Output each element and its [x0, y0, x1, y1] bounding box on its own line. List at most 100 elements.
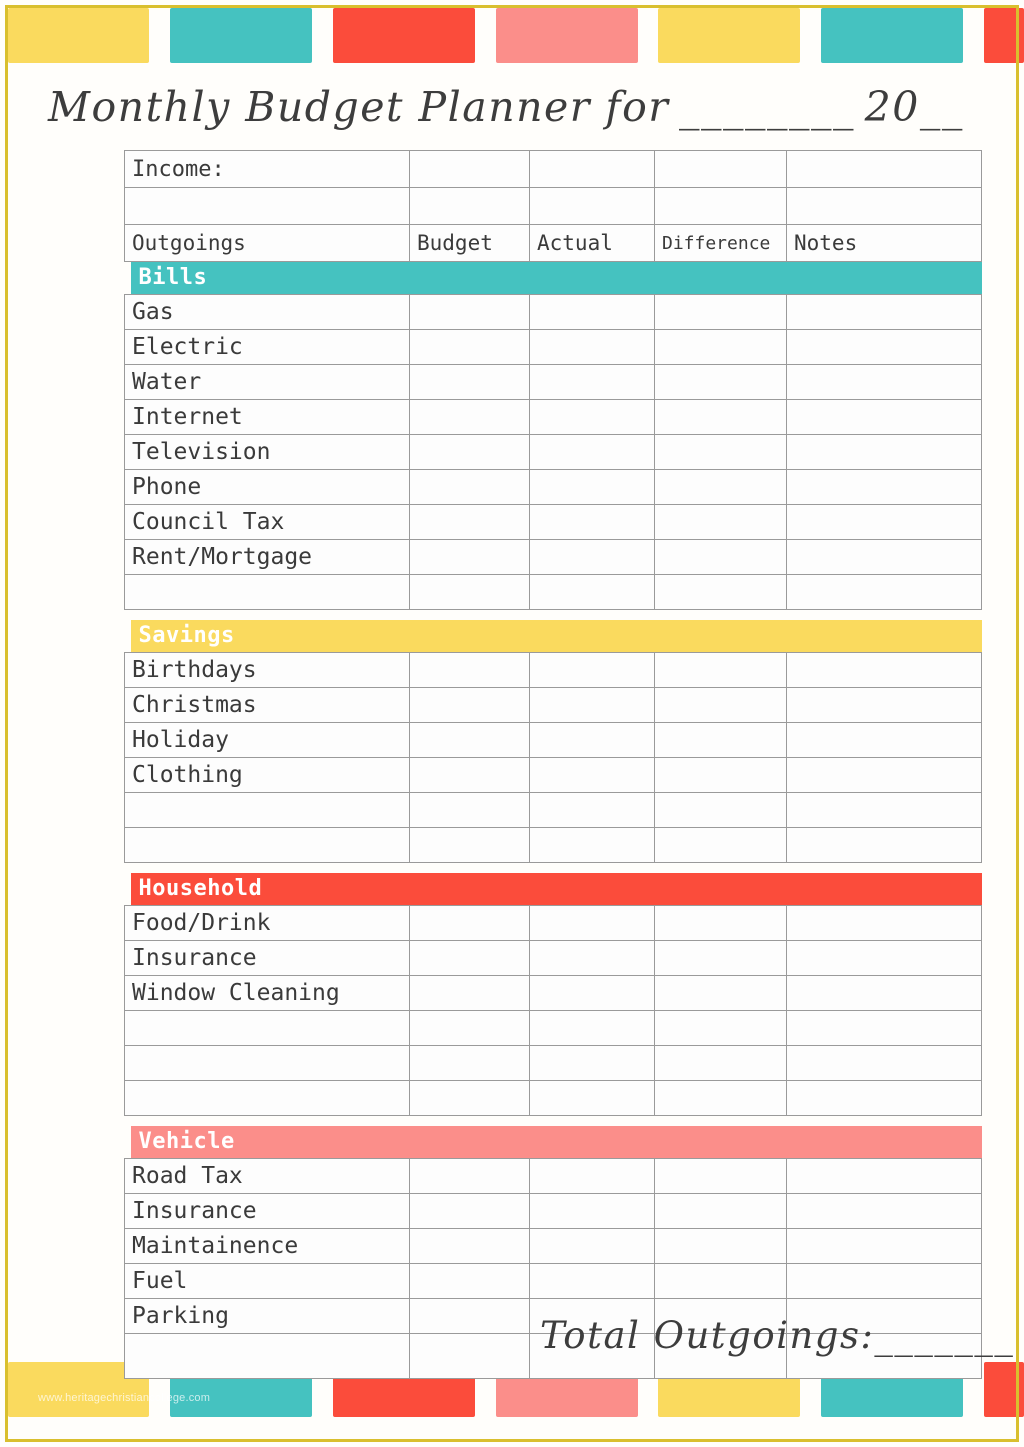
cell-notes[interactable]	[786, 294, 982, 330]
cell-notes[interactable]	[786, 1228, 982, 1264]
cell-difference[interactable]	[654, 652, 787, 688]
cell-budget[interactable]	[409, 1298, 530, 1334]
item-label-cell[interactable]: Insurance	[124, 940, 410, 976]
cell-actual[interactable]	[529, 1010, 655, 1046]
cell-budget[interactable]	[409, 504, 530, 540]
cell-difference[interactable]	[654, 1010, 787, 1046]
cell-budget[interactable]	[409, 1263, 530, 1299]
cell-actual[interactable]	[529, 722, 655, 758]
cell-actual[interactable]	[529, 687, 655, 723]
cell-actual[interactable]	[529, 1080, 655, 1116]
cell-notes[interactable]	[786, 905, 982, 941]
cell-notes[interactable]	[786, 469, 982, 505]
cell-notes[interactable]	[786, 187, 982, 225]
cell-budget[interactable]	[409, 574, 530, 610]
cell-budget[interactable]	[409, 1333, 530, 1379]
cell-difference[interactable]	[654, 722, 787, 758]
cell-notes[interactable]	[786, 1263, 982, 1299]
cell-actual[interactable]	[529, 827, 655, 863]
cell-notes[interactable]	[786, 539, 982, 575]
cell-budget[interactable]	[409, 150, 530, 188]
cell-difference[interactable]	[654, 150, 787, 188]
cell-notes[interactable]	[786, 827, 982, 863]
cell-notes[interactable]	[786, 940, 982, 976]
cell-actual[interactable]	[529, 294, 655, 330]
cell-notes[interactable]	[786, 687, 982, 723]
cell-budget[interactable]	[409, 187, 530, 225]
cell-actual[interactable]	[529, 1263, 655, 1299]
item-label-cell[interactable]: Parking	[124, 1298, 410, 1334]
item-label-cell[interactable]: Window Cleaning	[124, 975, 410, 1011]
cell-budget[interactable]	[409, 687, 530, 723]
cell-actual[interactable]	[529, 905, 655, 941]
cell-budget[interactable]	[409, 1228, 530, 1264]
cell-budget[interactable]	[409, 652, 530, 688]
cell-notes[interactable]	[786, 364, 982, 400]
item-label-cell[interactable]: Road Tax	[124, 1158, 410, 1194]
cell-budget[interactable]	[409, 539, 530, 575]
cell-actual[interactable]	[529, 652, 655, 688]
cell-actual[interactable]	[529, 757, 655, 793]
cell-difference[interactable]	[654, 399, 787, 435]
cell-difference[interactable]	[654, 827, 787, 863]
item-label-cell[interactable]: Water	[124, 364, 410, 400]
cell-difference[interactable]	[654, 905, 787, 941]
cell-difference[interactable]	[654, 975, 787, 1011]
cell-notes[interactable]	[786, 574, 982, 610]
item-label-cell[interactable]: Christmas	[124, 687, 410, 723]
item-label-cell[interactable]: Clothing	[124, 757, 410, 793]
cell-budget[interactable]	[409, 722, 530, 758]
cell-notes[interactable]	[786, 1080, 982, 1116]
cell-difference[interactable]	[654, 539, 787, 575]
cell-notes[interactable]	[786, 329, 982, 365]
cell-actual[interactable]	[529, 574, 655, 610]
cell-difference[interactable]	[654, 792, 787, 828]
cell-actual[interactable]	[529, 1228, 655, 1264]
cell-difference[interactable]	[654, 469, 787, 505]
item-label-cell-blank[interactable]	[124, 574, 410, 610]
cell-actual[interactable]	[529, 792, 655, 828]
cell-budget[interactable]	[409, 975, 530, 1011]
item-label-cell[interactable]: Food/Drink	[124, 905, 410, 941]
item-label-cell-blank[interactable]	[124, 1045, 410, 1081]
cell-notes[interactable]	[786, 757, 982, 793]
cell-budget[interactable]	[409, 329, 530, 365]
item-label-cell[interactable]: Television	[124, 434, 410, 470]
item-label-cell[interactable]: Maintainence	[124, 1228, 410, 1264]
cell-difference[interactable]	[654, 187, 787, 225]
cell-actual[interactable]	[529, 504, 655, 540]
item-label-cell[interactable]: Fuel	[124, 1263, 410, 1299]
cell-notes[interactable]	[786, 1158, 982, 1194]
cell-budget[interactable]	[409, 827, 530, 863]
cell-difference[interactable]	[654, 757, 787, 793]
cell-notes[interactable]	[786, 399, 982, 435]
cell-budget[interactable]	[409, 1080, 530, 1116]
year-field[interactable]: 20__	[865, 78, 964, 136]
cell-difference[interactable]	[654, 940, 787, 976]
cell-actual[interactable]	[529, 1045, 655, 1081]
cell-difference[interactable]	[654, 1080, 787, 1116]
item-label-cell[interactable]: Insurance	[124, 1193, 410, 1229]
cell-difference[interactable]	[654, 504, 787, 540]
cell-difference[interactable]	[654, 574, 787, 610]
cell-actual[interactable]	[529, 539, 655, 575]
cell-budget[interactable]	[409, 792, 530, 828]
cell-actual[interactable]	[529, 1158, 655, 1194]
cell-difference[interactable]	[654, 1228, 787, 1264]
cell-budget[interactable]	[409, 1158, 530, 1194]
cell-notes[interactable]	[786, 1193, 982, 1229]
cell-actual[interactable]	[529, 150, 655, 188]
cell-notes[interactable]	[786, 1045, 982, 1081]
item-label-cell[interactable]: Council Tax	[124, 504, 410, 540]
item-label-cell-blank[interactable]	[124, 1080, 410, 1116]
cell-actual[interactable]	[529, 187, 655, 225]
item-label-cell-blank[interactable]	[124, 1010, 410, 1046]
cell-budget[interactable]	[409, 364, 530, 400]
cell-budget[interactable]	[409, 399, 530, 435]
cell-budget[interactable]	[409, 1045, 530, 1081]
cell-budget[interactable]	[409, 905, 530, 941]
cell-difference[interactable]	[654, 1263, 787, 1299]
cell-notes[interactable]	[786, 975, 982, 1011]
total-outgoings-blank[interactable]: _______	[874, 1310, 1014, 1362]
cell-notes[interactable]	[786, 504, 982, 540]
